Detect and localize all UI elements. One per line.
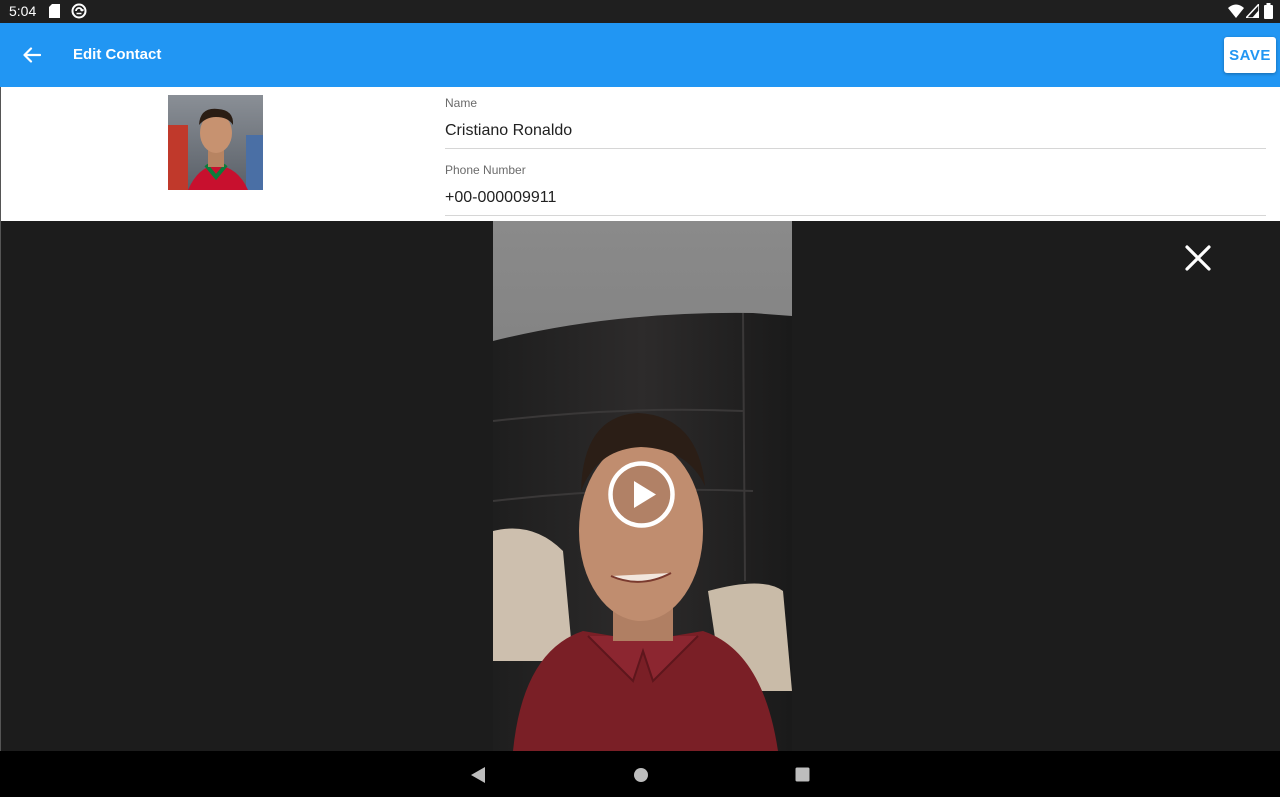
nav-recents-icon[interactable] [795,767,810,782]
contact-avatar[interactable] [168,95,263,190]
close-icon[interactable] [1181,241,1215,275]
cell-signal-icon [1246,4,1259,18]
avatar-photo [168,95,263,190]
phone-field[interactable]: Phone Number +00-000009911 [445,163,1266,216]
status-bar: 5:04 [0,0,1280,23]
sync-icon [71,3,87,19]
name-input[interactable]: Cristiano Ronaldo [445,121,1266,148]
app-bar: Edit Contact SAVE [0,23,1280,87]
sd-card-icon [49,4,60,18]
wifi-icon [1228,4,1244,18]
system-nav-bar [0,751,1280,797]
save-button[interactable]: SAVE [1224,37,1276,73]
name-label: Name [445,96,478,110]
name-field[interactable]: Name Cristiano Ronaldo [445,96,1266,149]
video-overlay [0,221,1280,751]
play-circle-icon[interactable] [607,460,676,529]
status-time: 5:04 [9,3,37,19]
page-title: Edit Contact [73,46,162,63]
back-button[interactable] [12,35,52,75]
arrow-back-icon [23,47,41,63]
phone-label: Phone Number [445,163,526,177]
nav-back-icon[interactable] [469,766,487,784]
battery-icon [1264,3,1273,19]
contact-form: Name Cristiano Ronaldo Phone Number +00-… [0,87,1280,221]
phone-input[interactable]: +00-000009911 [445,188,1266,215]
nav-home-icon[interactable] [633,767,649,783]
